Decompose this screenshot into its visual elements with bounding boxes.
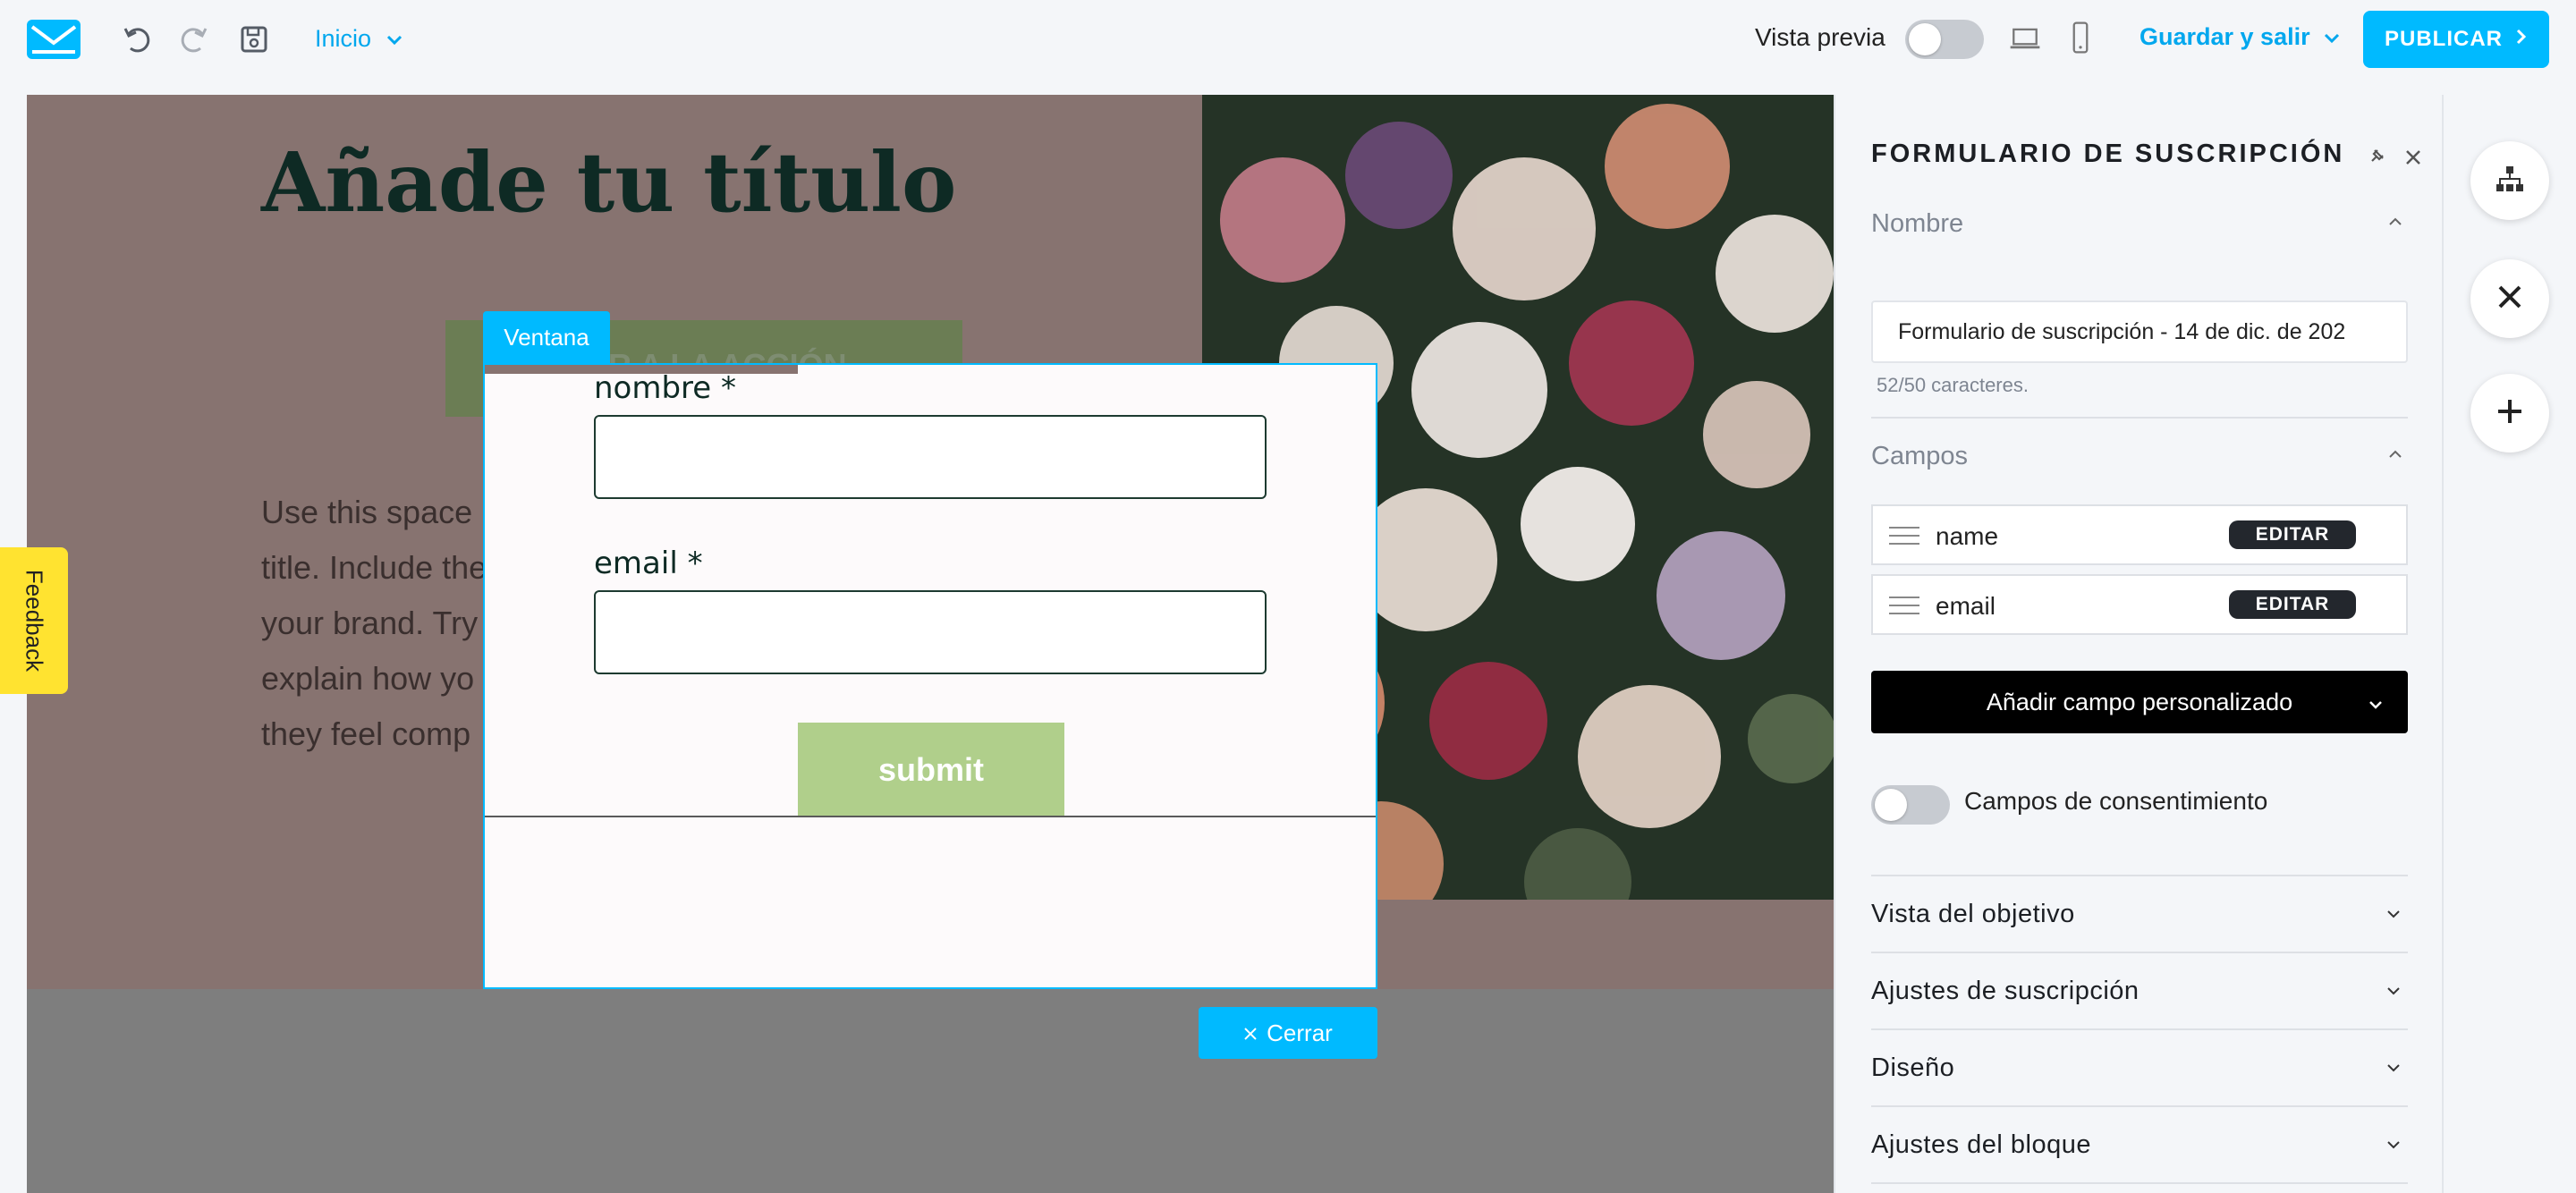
feedback-tab[interactable]: Feedback — [0, 547, 68, 694]
redo-icon[interactable] — [175, 21, 211, 57]
accordion-target-view[interactable]: Vista del objetivo — [1871, 900, 2075, 929]
signup-form-modal[interactable]: nombre * email * submit — [483, 363, 1377, 989]
chevron-down-icon[interactable] — [2385, 1062, 2402, 1079]
drag-handle-icon[interactable] — [1889, 596, 1919, 615]
breadcrumb[interactable]: Inicio — [315, 25, 403, 53]
body-line: they feel comp — [261, 715, 471, 752]
chevron-up-icon[interactable] — [2386, 215, 2404, 232]
breadcrumb-label: Inicio — [315, 25, 372, 52]
chevron-right-icon — [2515, 27, 2528, 52]
sitemap-icon — [2494, 163, 2526, 199]
panel-title: FORMULARIO DE SUSCRIPCIÓN — [1871, 140, 2345, 168]
top-bar: Inicio Vista previa Guardar y salir PUBL… — [0, 0, 2576, 80]
consent-toggle[interactable] — [1871, 785, 1950, 825]
close-button[interactable]: Cerrar — [1199, 1007, 1377, 1059]
close-label: Cerrar — [1267, 1019, 1333, 1046]
add-custom-field-button[interactable]: Añadir campo personalizado — [1871, 671, 2408, 733]
mobile-icon[interactable] — [2063, 20, 2102, 59]
undo-icon[interactable] — [120, 21, 156, 57]
add-custom-field-label: Añadir campo personalizado — [1986, 688, 2293, 715]
chevron-down-icon[interactable] — [2385, 909, 2402, 926]
add-block-button[interactable] — [2470, 374, 2549, 453]
name-field-label: nombre * — [594, 370, 737, 406]
field-row[interactable]: email EDITAR — [1871, 574, 2408, 635]
field-name: email — [1936, 592, 1996, 620]
save-exit-button[interactable]: Guardar y salir — [2140, 23, 2341, 51]
hero-body-text[interactable]: Use this space title. Include the your b… — [261, 485, 487, 762]
body-line: Use this space — [261, 494, 473, 530]
laptop-icon[interactable] — [2007, 20, 2046, 59]
fields-section-header[interactable]: Campos — [1871, 442, 1968, 471]
edit-field-button[interactable]: EDITAR — [2229, 590, 2356, 619]
field-row[interactable]: name EDITAR — [1871, 504, 2408, 565]
chevron-up-icon[interactable] — [2386, 447, 2404, 464]
divider — [1871, 952, 2408, 953]
accordion-design[interactable]: Diseño — [1871, 1053, 1954, 1083]
logo-envelope-icon[interactable] — [27, 20, 80, 59]
close-icon[interactable] — [2404, 148, 2422, 171]
preview-label: Vista previa — [1755, 23, 1885, 51]
save-icon[interactable] — [236, 21, 272, 57]
form-name-input[interactable]: Formulario de suscripción - 14 de dic. d… — [1871, 300, 2408, 363]
feedback-label: Feedback — [21, 569, 48, 673]
divider — [1871, 1028, 2408, 1030]
consent-label: Campos de consentimiento — [1964, 787, 2268, 815]
body-line: your brand. Try — [261, 605, 479, 641]
divider — [1871, 417, 2408, 419]
close-icon — [1243, 1020, 1258, 1047]
name-section-header[interactable]: Nombre — [1871, 209, 1963, 239]
divider — [1871, 875, 2408, 876]
pin-icon[interactable] — [2367, 147, 2386, 171]
editor-canvas: Añade tu título IR A LA ACCIÓN Use this … — [27, 95, 1834, 1193]
divider — [1871, 1105, 2408, 1107]
field-name: name — [1936, 522, 1999, 550]
close-editor-button[interactable] — [2470, 259, 2549, 338]
hero-title[interactable]: Añade tu título — [261, 134, 956, 231]
chevron-down-icon[interactable] — [2385, 1139, 2402, 1156]
settings-panel: FORMULARIO DE SUSCRIPCIÓN Nombre Formula… — [1834, 95, 2442, 1193]
email-field-label: email * — [594, 546, 703, 581]
sitemap-button[interactable] — [2470, 141, 2549, 220]
drag-handle-icon[interactable] — [1889, 526, 1919, 546]
name-input[interactable] — [594, 415, 1267, 499]
rail-divider — [2442, 95, 2444, 1193]
preview-toggle[interactable] — [1905, 20, 1984, 59]
edit-field-button[interactable]: EDITAR — [2229, 520, 2356, 549]
email-input[interactable] — [594, 590, 1267, 674]
divider — [1871, 1182, 2408, 1184]
chevron-down-icon — [2323, 23, 2341, 51]
publish-label: PUBLICAR — [2385, 27, 2503, 51]
save-exit-label: Guardar y salir — [2140, 23, 2310, 50]
modal-divider — [485, 816, 1376, 817]
chevron-down-icon[interactable] — [2385, 986, 2402, 1003]
window-tab[interactable]: Ventana — [483, 311, 610, 363]
submit-button[interactable]: submit — [798, 723, 1064, 817]
char-count: 52/50 caracteres. — [1877, 374, 2029, 396]
chevron-down-icon — [2367, 690, 2385, 718]
close-icon — [2496, 283, 2524, 316]
chevron-down-icon — [386, 25, 403, 53]
accordion-block-settings[interactable]: Ajustes del bloque — [1871, 1130, 2091, 1160]
publish-button[interactable]: PUBLICAR — [2363, 11, 2549, 68]
accordion-subscription-settings[interactable]: Ajustes de suscripción — [1871, 977, 2140, 1006]
body-line: title. Include the — [261, 549, 487, 586]
plus-icon — [2496, 397, 2524, 430]
body-line: explain how yo — [261, 660, 475, 697]
